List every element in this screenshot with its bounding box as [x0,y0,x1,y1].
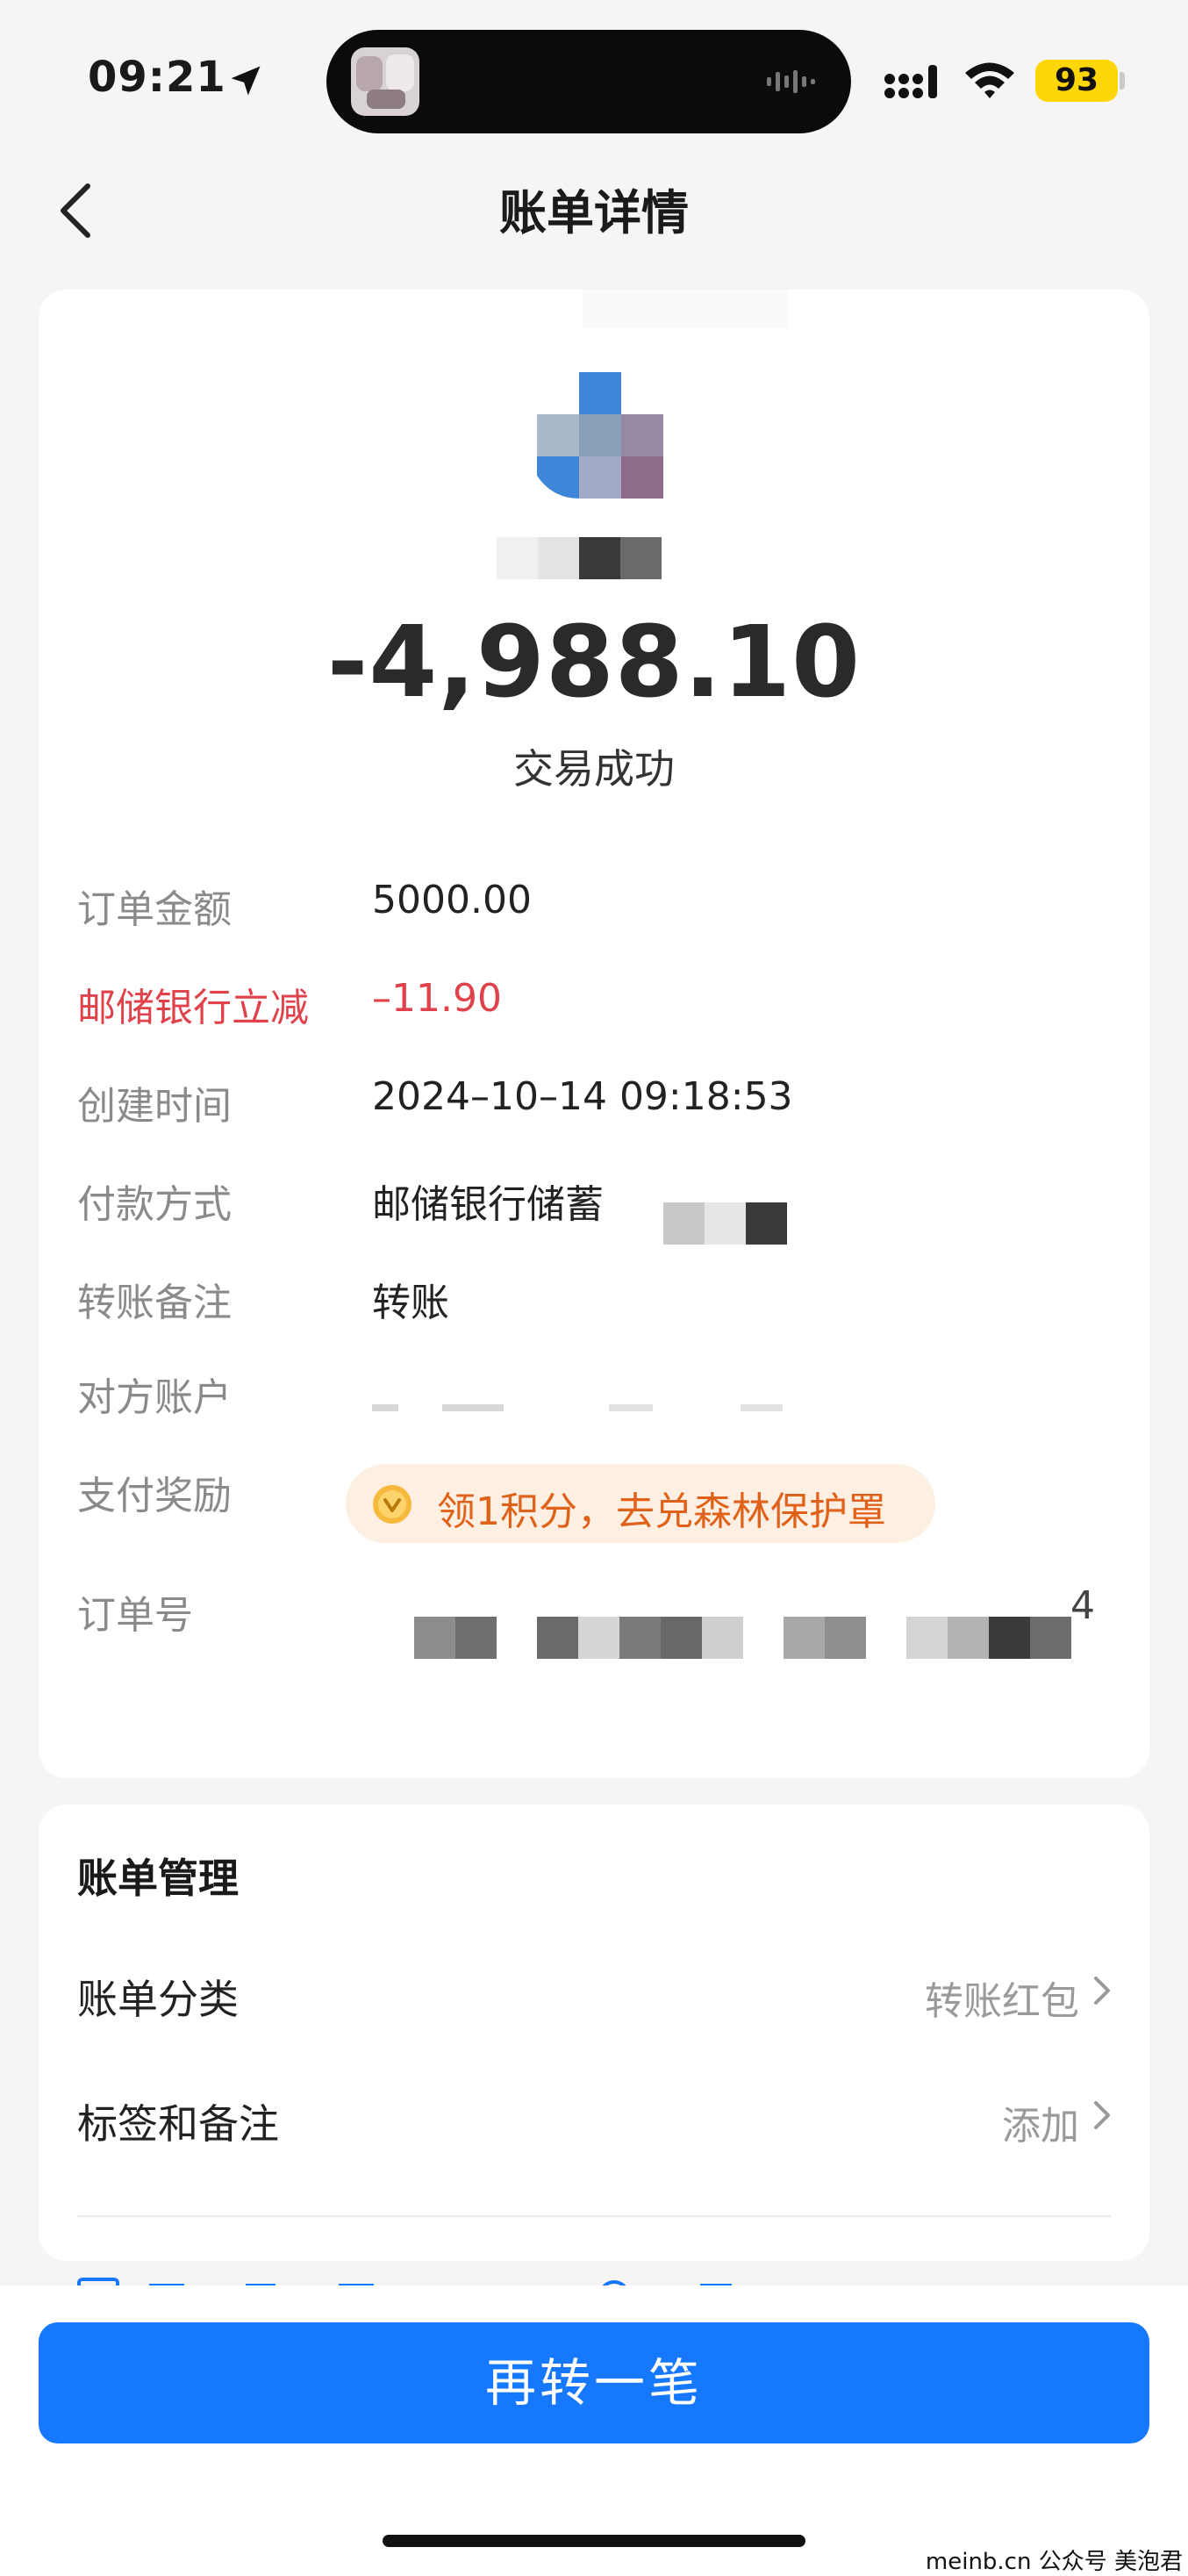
battery-tip [1120,72,1125,90]
page-title: 账单详情 [499,185,689,240]
blurred-order-number [414,1617,1071,1659]
created-time-label: 创建时间 [77,1084,232,1129]
transfer-again-button[interactable]: 再转一笔 [39,2322,1149,2443]
dynamic-island[interactable] [326,30,851,133]
reward-text[interactable]: 领1积分，去兑森林保护罩 [437,1480,886,1536]
order-number-tail: 4 [1070,1583,1095,1628]
wifi-icon [965,62,1014,98]
reward-label: 支付奖励 [77,1474,232,1518]
blurred-counterparty-account [372,1404,783,1411]
signal-icon [884,65,937,98]
home-indicator[interactable] [383,2535,805,2547]
divider [77,2215,1111,2217]
reward-pill[interactable]: 领1积分，去兑森林保护罩 [346,1464,935,1543]
payment-method-value: 邮储银行储蓄 [372,1182,604,1227]
remark-value: 转账 [372,1281,449,1325]
merchant-avatar [537,372,663,499]
remark-label: 转账备注 [77,1281,232,1325]
transaction-amount: -4,988.10 [326,606,862,720]
now-playing-thumbnail[interactable] [351,47,419,116]
order-amount-label: 订单金额 [77,887,232,932]
discount-label: 邮储银行立减 [77,986,309,1030]
status-time: 09:21 [88,53,226,102]
chevron-right-icon[interactable] [1091,2098,1113,2133]
bill-category-label: 账单分类 [77,1976,239,2023]
discount-value: –11.90 [372,976,502,1021]
bill-management-title: 账单管理 [77,1855,239,1902]
coin-icon [373,1485,412,1524]
payment-method-label: 付款方式 [77,1182,232,1227]
audio-wave-icon [767,70,815,93]
created-time-value: 2024–10–14 09:18:53 [372,1074,793,1119]
order-amount-value: 5000.00 [372,878,532,922]
tags-notes-label: 标签和备注 [77,2100,279,2148]
bill-category-value[interactable]: 转账红包 [925,1970,1079,2026]
blurred-card-number [663,1202,787,1245]
chevron-right-icon[interactable] [1091,1973,1113,2008]
blurred-area [583,290,788,328]
location-arrow-icon [231,66,261,96]
bill-detail-page: 09:21 93 账单详情 -4,988.10 交易成功 订单金额 5000.0… [0,0,1188,2576]
battery-icon: 93 [1035,60,1118,102]
watermark: meinb.cn 公众号 美泡君 [925,2549,1183,2575]
blurred-merchant-name [497,537,662,579]
tags-notes-value[interactable]: 添加 [1002,2094,1079,2150]
order-number-label: 订单号 [77,1593,193,1638]
transaction-status: 交易成功 [513,745,675,793]
transaction-card [39,290,1149,1778]
counterparty-label: 对方账户 [77,1375,232,1420]
